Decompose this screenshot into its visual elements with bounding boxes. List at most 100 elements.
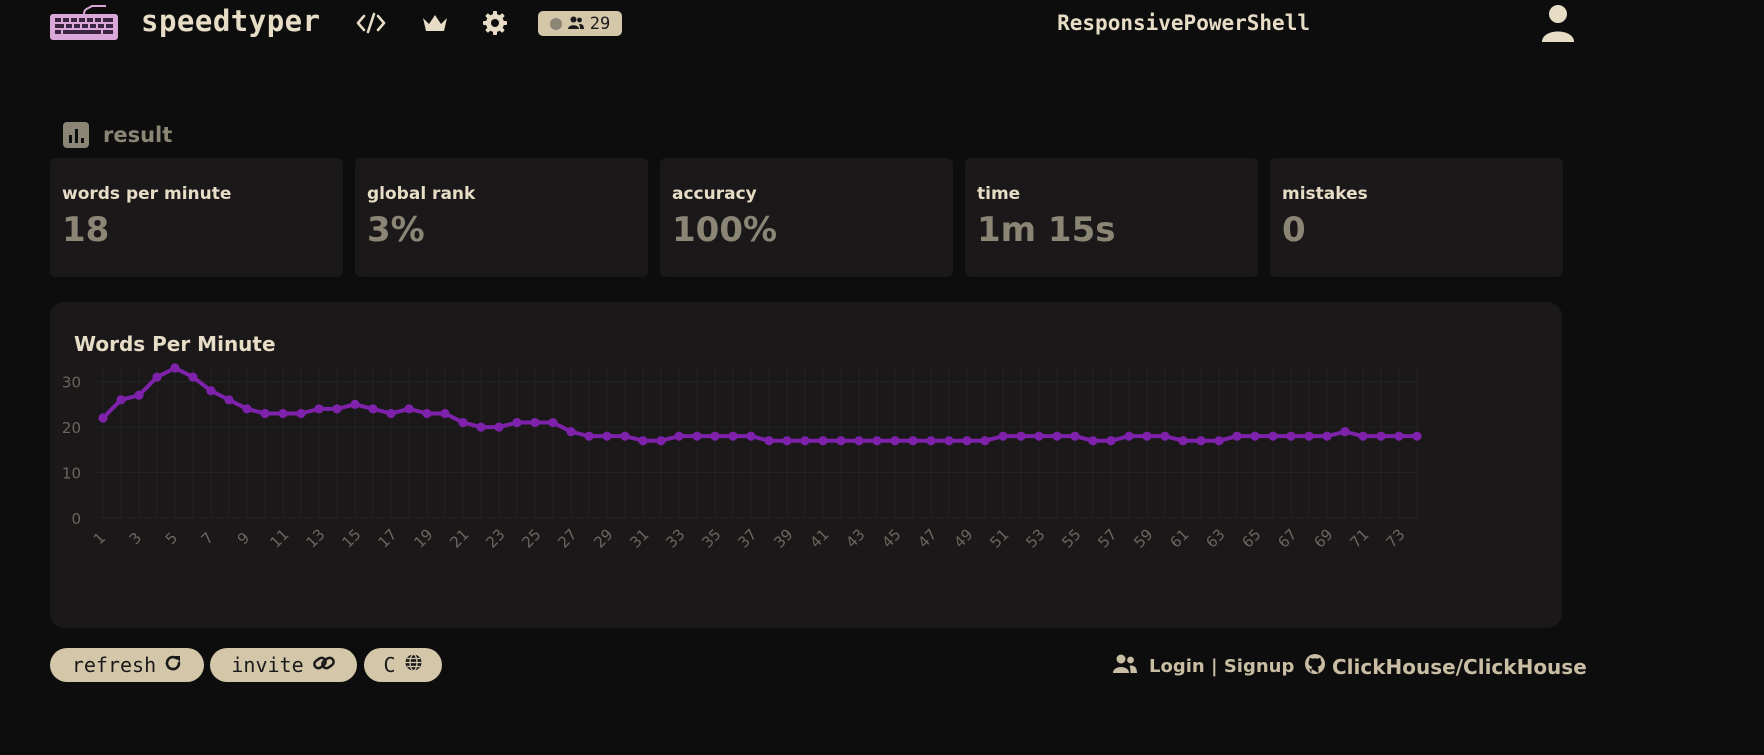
data-point bbox=[1268, 431, 1278, 441]
data-point bbox=[728, 431, 738, 441]
result-title-text: result bbox=[103, 123, 173, 147]
data-point bbox=[314, 404, 324, 414]
data-point bbox=[818, 436, 828, 446]
data-point bbox=[1286, 431, 1296, 441]
data-point bbox=[1088, 436, 1098, 446]
x-tick-label: 11 bbox=[266, 525, 292, 551]
data-point bbox=[1376, 431, 1386, 441]
stat-card-mistakes: mistakes 0 bbox=[1270, 158, 1563, 277]
data-point bbox=[1340, 427, 1350, 437]
login-signup-link[interactable]: Login | Signup bbox=[1113, 654, 1294, 679]
github-repo-label: ClickHouse/ClickHouse bbox=[1332, 654, 1587, 679]
data-point bbox=[638, 436, 648, 446]
x-tick-label: 19 bbox=[410, 525, 436, 551]
data-point bbox=[152, 372, 162, 382]
x-tick-label: 27 bbox=[554, 525, 580, 551]
data-point bbox=[548, 417, 558, 428]
wpm-line-chart: 01020301 3 5 7 9 11 13 15 17 19 21 23 25 27 29 31 33 35 37… bbox=[62, 363, 1422, 552]
data-point bbox=[944, 436, 954, 446]
chart-title: Words Per Minute bbox=[74, 332, 276, 356]
data-point bbox=[1106, 436, 1116, 446]
x-tick-label: 71 bbox=[1346, 525, 1372, 551]
language-button[interactable]: C bbox=[364, 648, 442, 682]
data-point bbox=[908, 436, 918, 446]
data-point bbox=[692, 431, 702, 441]
globe-icon bbox=[404, 653, 423, 677]
stat-label: words per minute bbox=[62, 184, 232, 204]
stat-label: accuracy bbox=[672, 184, 757, 204]
stat-label: mistakes bbox=[1282, 184, 1368, 204]
data-point bbox=[440, 408, 450, 419]
gear-icon[interactable] bbox=[480, 10, 510, 36]
bar-chart-icon bbox=[63, 122, 89, 148]
data-point bbox=[1070, 431, 1080, 441]
data-point bbox=[1304, 431, 1314, 441]
x-tick-label: 65 bbox=[1238, 525, 1264, 551]
code-icon[interactable] bbox=[355, 10, 387, 36]
data-point bbox=[1196, 436, 1206, 446]
x-tick-label: 39 bbox=[770, 525, 796, 551]
x-tick-label: 37 bbox=[734, 525, 760, 551]
refresh-icon bbox=[164, 653, 182, 677]
data-point bbox=[782, 436, 792, 446]
top-navbar: speedtyper 29 ResponsivePowerShell bbox=[0, 0, 1764, 48]
data-point bbox=[674, 431, 684, 441]
data-point bbox=[566, 427, 576, 437]
stat-label: global rank bbox=[367, 184, 476, 204]
x-tick-label: 9 bbox=[234, 529, 253, 548]
data-point bbox=[458, 417, 468, 428]
x-tick-label: 29 bbox=[590, 525, 616, 551]
stat-card-accuracy: accuracy 100% bbox=[660, 158, 953, 277]
user-icon[interactable] bbox=[1541, 4, 1575, 46]
data-point bbox=[890, 436, 900, 446]
data-point bbox=[422, 408, 432, 419]
data-point bbox=[1214, 436, 1224, 446]
x-tick-label: 25 bbox=[518, 525, 544, 551]
data-point bbox=[1178, 436, 1188, 446]
data-point bbox=[368, 404, 378, 414]
x-tick-label: 5 bbox=[162, 529, 181, 548]
stat-card-global-rank: global rank 3% bbox=[355, 158, 648, 277]
invite-button[interactable]: invite bbox=[210, 648, 357, 682]
link-icon bbox=[312, 653, 336, 677]
data-point bbox=[1016, 431, 1026, 441]
data-point bbox=[800, 436, 810, 446]
data-point bbox=[584, 431, 594, 441]
data-point bbox=[1250, 431, 1260, 441]
github-repo-link[interactable]: ClickHouse/ClickHouse bbox=[1304, 653, 1587, 680]
online-count: 29 bbox=[589, 13, 611, 34]
refresh-button[interactable]: refresh bbox=[50, 648, 204, 682]
username[interactable]: ResponsivePowerShell bbox=[1057, 11, 1310, 35]
x-tick-label: 69 bbox=[1310, 525, 1336, 551]
data-point bbox=[116, 395, 126, 405]
data-point bbox=[1358, 431, 1368, 441]
data-point bbox=[1034, 431, 1044, 441]
data-point bbox=[404, 404, 414, 414]
keyboard-logo-icon[interactable] bbox=[50, 4, 118, 40]
stats-row: words per minute 18 global rank 3% accur… bbox=[50, 158, 1563, 277]
x-tick-label: 73 bbox=[1382, 525, 1408, 551]
data-point bbox=[602, 431, 612, 441]
data-point bbox=[512, 417, 522, 428]
x-tick-label: 3 bbox=[126, 529, 145, 548]
x-tick-label: 17 bbox=[374, 525, 400, 551]
brand-name[interactable]: speedtyper bbox=[141, 4, 321, 38]
data-point bbox=[854, 436, 864, 446]
x-tick-label: 41 bbox=[806, 525, 832, 551]
users-icon bbox=[1113, 654, 1137, 679]
data-point bbox=[926, 436, 936, 446]
stat-value: 18 bbox=[62, 210, 110, 250]
crown-icon[interactable] bbox=[420, 10, 450, 36]
refresh-label: refresh bbox=[71, 653, 157, 677]
x-tick-label: 7 bbox=[198, 529, 217, 548]
data-point bbox=[872, 436, 882, 446]
data-point bbox=[1052, 431, 1062, 441]
data-point bbox=[1124, 431, 1134, 441]
online-users-badge[interactable]: 29 bbox=[538, 11, 622, 36]
github-icon bbox=[1304, 653, 1326, 680]
data-point bbox=[656, 436, 666, 446]
data-point bbox=[476, 422, 486, 432]
data-point bbox=[1412, 431, 1422, 441]
data-point bbox=[332, 404, 342, 414]
data-point bbox=[1232, 431, 1242, 441]
